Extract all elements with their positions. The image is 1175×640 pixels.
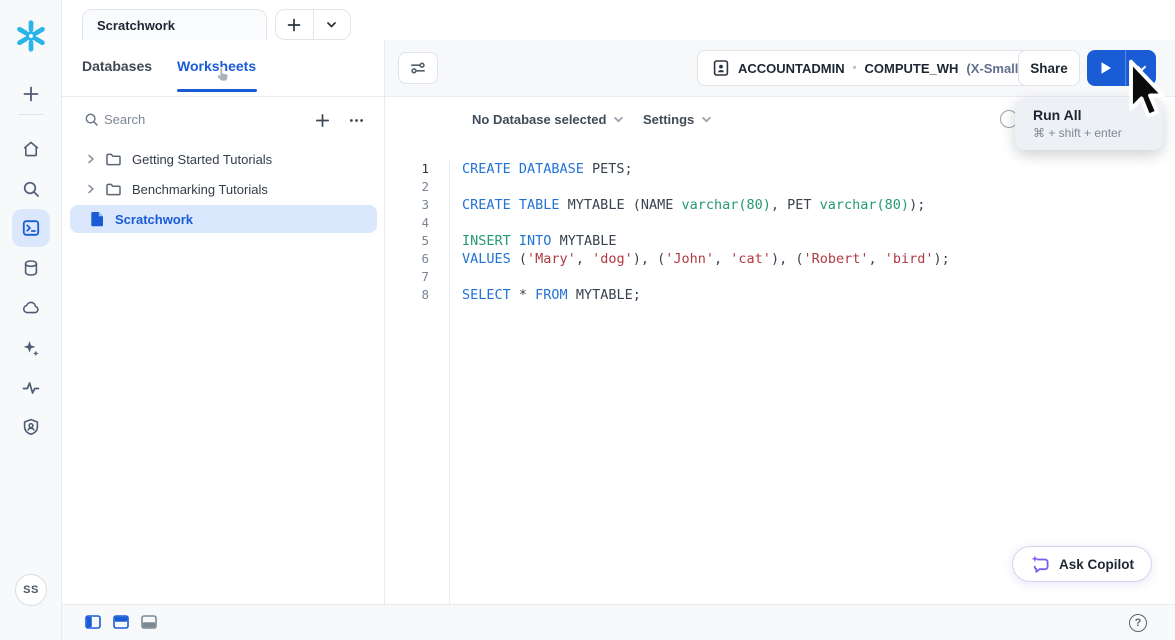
code-area[interactable]: 12345678 CREATE DATABASE PETS; CREATE TA… (385, 160, 1175, 604)
snowsight-app: SS Scratchwork Databases Worksheets ACCO… (0, 0, 1175, 640)
tree-item-label: Scratchwork (115, 212, 193, 227)
line-number: 8 (385, 286, 429, 304)
settings-dropdown[interactable]: Settings (643, 112, 713, 127)
new-worksheet-button[interactable] (310, 108, 334, 132)
content-area: Getting Started Tutorials Benchmarking T… (62, 97, 1175, 604)
sql-editor: No Database selected Settings 12345678 C… (385, 97, 1175, 604)
folder-icon (105, 151, 122, 168)
search-nav-icon[interactable] (11, 169, 51, 209)
line-number: 5 (385, 232, 429, 250)
worksheet-tab-strip: Scratchwork (62, 0, 1175, 40)
tab-list-chevron-button[interactable] (313, 10, 350, 39)
status-bar: ? (62, 604, 1175, 640)
context-selector[interactable]: ACCOUNTADMIN • COMPUTE_WH (X-Small) (697, 50, 1038, 86)
tab-actions (275, 9, 351, 40)
chevron-down-icon (700, 113, 713, 126)
settings-label: Settings (643, 112, 694, 127)
home-icon[interactable] (11, 129, 51, 169)
cloud-icon[interactable] (11, 288, 51, 328)
projects-worksheets-icon[interactable] (11, 208, 51, 248)
more-options-button[interactable] (344, 108, 368, 132)
filters-button[interactable] (398, 52, 438, 84)
activity-icon[interactable] (11, 368, 51, 408)
tree-item-label: Benchmarking Tutorials (132, 182, 268, 197)
toggle-left-panel-icon[interactable] (85, 615, 101, 629)
rail-divider (18, 114, 44, 115)
code-line[interactable] (462, 214, 950, 232)
help-glyph: ? (1135, 617, 1142, 629)
code-line[interactable]: CREATE TABLE MYTABLE (NAME varchar(80), … (462, 196, 950, 214)
snowflake-logo-icon[interactable] (11, 16, 51, 56)
ask-copilot-button[interactable]: Ask Copilot (1012, 546, 1152, 582)
help-button[interactable]: ? (1129, 614, 1147, 632)
code-line[interactable] (462, 178, 950, 196)
code-line[interactable] (462, 268, 950, 286)
role-name: ACCOUNTADMIN (738, 61, 845, 76)
warehouse-size: (X-Small) (966, 61, 1022, 76)
line-number: 6 (385, 250, 429, 268)
database-selector-label: No Database selected (472, 112, 606, 127)
line-number: 1 (385, 160, 429, 178)
worksheet-tab-label: Scratchwork (97, 18, 175, 33)
role-badge-icon (712, 59, 730, 77)
editor-gutter: 12345678 (385, 160, 450, 604)
code-line[interactable]: INSERT INTO MYTABLE (462, 232, 950, 250)
tree-folder-benchmarking[interactable]: Benchmarking Tutorials (70, 175, 377, 203)
share-button[interactable]: Share (1018, 50, 1080, 86)
chevron-down-icon (612, 113, 625, 126)
rail-new-button[interactable] (11, 74, 51, 114)
new-worksheet-tab-button[interactable] (276, 10, 313, 39)
toggle-results-panel-icon[interactable] (141, 615, 157, 629)
editor-code[interactable]: CREATE DATABASE PETS; CREATE TABLE MYTAB… (450, 160, 950, 604)
user-avatar[interactable]: SS (15, 574, 47, 606)
worksheet-tab[interactable]: Scratchwork (82, 9, 267, 41)
run-button[interactable] (1087, 50, 1125, 86)
left-rail: SS (0, 0, 62, 640)
data-database-icon[interactable] (11, 248, 51, 288)
play-icon (1100, 61, 1112, 75)
worksheets-panel: Getting Started Tutorials Benchmarking T… (62, 97, 385, 604)
code-line[interactable]: SELECT * FROM MYTABLE; (462, 286, 950, 304)
context-separator: • (853, 62, 857, 74)
run-all-shortcut: ⌘ + shift + enter (1033, 126, 1153, 140)
code-line[interactable]: CREATE DATABASE PETS; (462, 160, 950, 178)
search-input[interactable] (104, 107, 274, 131)
folder-icon (105, 181, 122, 198)
line-number: 4 (385, 214, 429, 232)
copilot-sparkle-chat-icon (1030, 554, 1051, 575)
line-number: 7 (385, 268, 429, 286)
database-selector[interactable]: No Database selected (472, 112, 625, 127)
tree-item-scratchwork-selected[interactable]: Scratchwork (70, 205, 377, 233)
tab-databases[interactable]: Databases (82, 58, 152, 74)
ask-copilot-label: Ask Copilot (1059, 557, 1134, 572)
code-line[interactable]: VALUES ('Mary', 'dog'), ('John', 'cat'),… (462, 250, 950, 268)
worksheet-file-icon (90, 211, 105, 227)
search-icon (84, 112, 99, 127)
line-number: 2 (385, 178, 429, 196)
admin-shield-icon[interactable] (11, 407, 51, 447)
tree-item-label: Getting Started Tutorials (132, 152, 272, 167)
chevron-right-icon (84, 152, 98, 166)
line-number: 3 (385, 196, 429, 214)
active-tab-underline (177, 89, 257, 92)
ai-ml-sparkles-icon[interactable] (11, 328, 51, 368)
warehouse-name: COMPUTE_WH (865, 61, 959, 76)
cursor-arrow (1122, 58, 1170, 124)
panel-search-row (62, 105, 384, 133)
toggle-editor-panel-icon[interactable] (113, 615, 129, 629)
cursor-pointer-hand (216, 66, 231, 83)
tree-folder-getting-started[interactable]: Getting Started Tutorials (70, 145, 377, 173)
chevron-right-icon (84, 182, 98, 196)
